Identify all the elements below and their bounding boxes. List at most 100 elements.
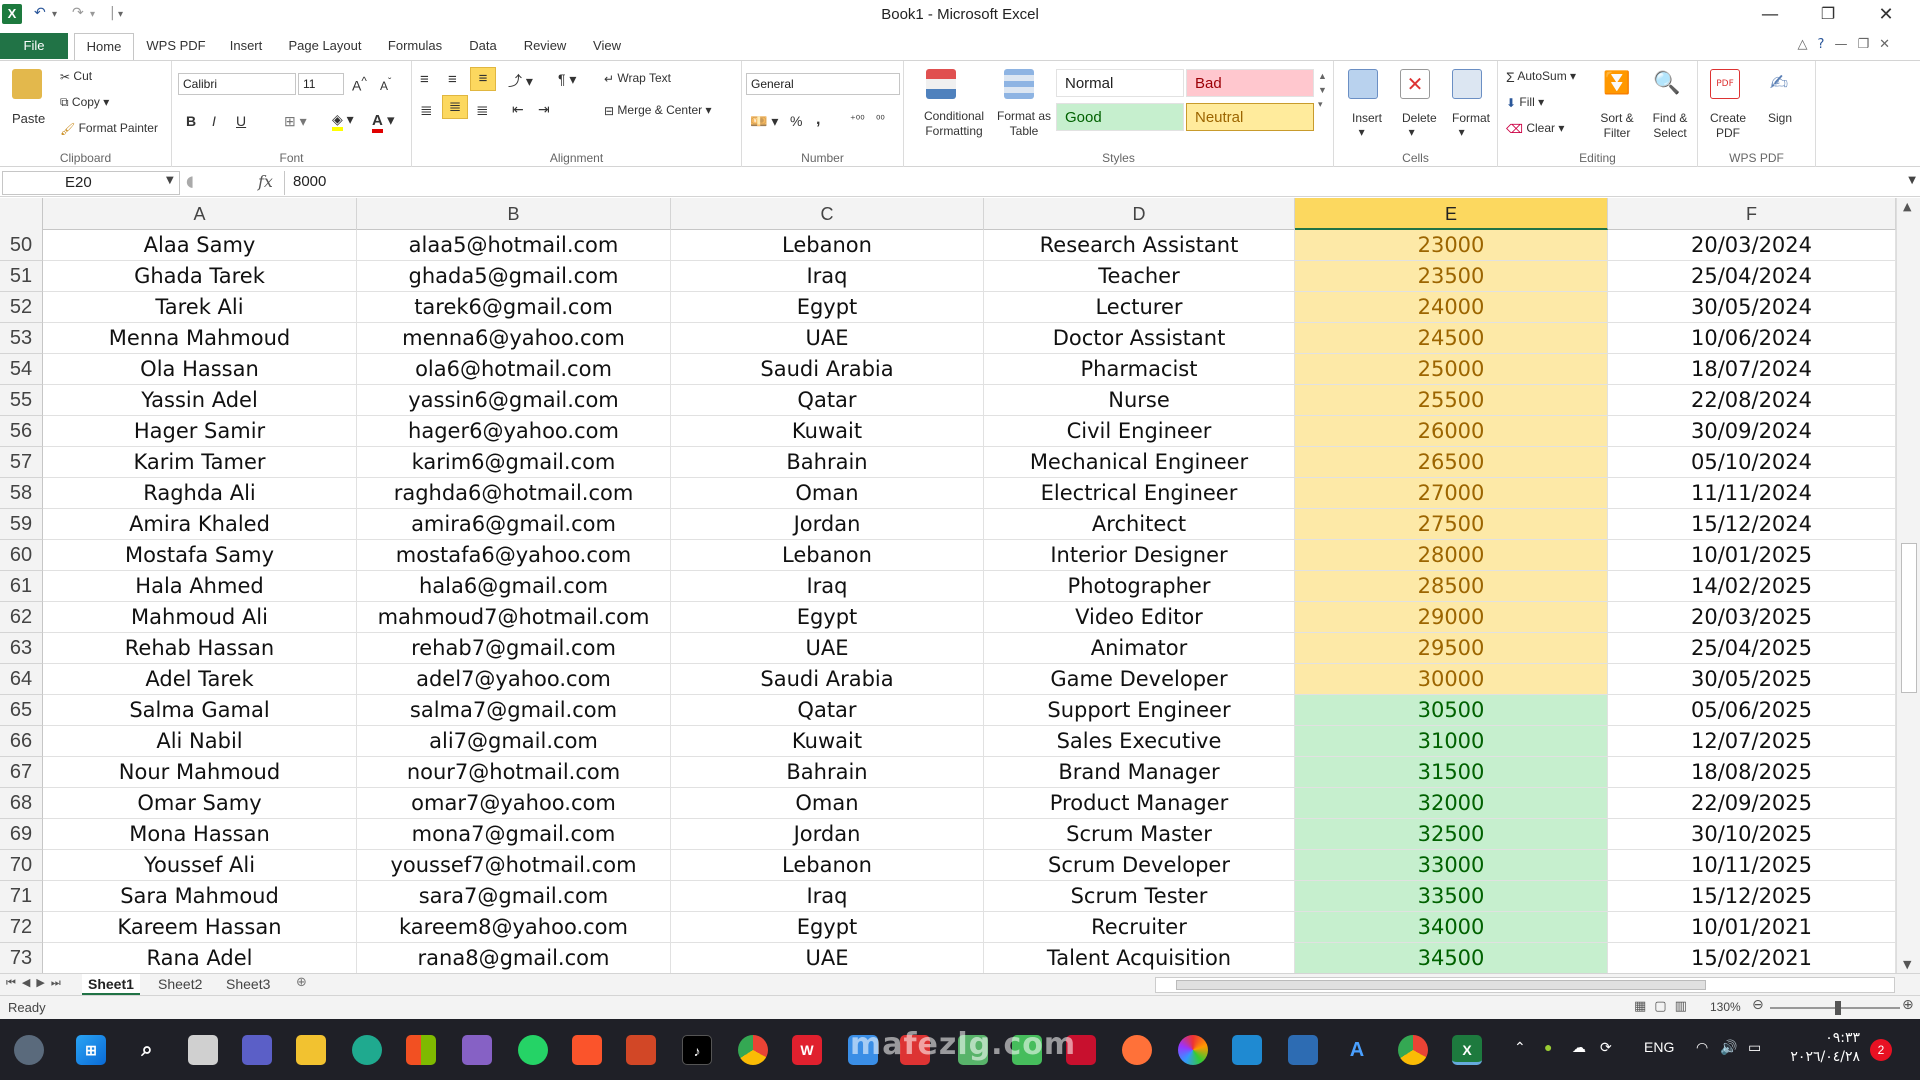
increase-indent-icon[interactable]: ⇥ (538, 101, 550, 118)
row-header[interactable]: 61 (0, 571, 43, 602)
row-header[interactable]: 60 (0, 540, 43, 571)
date-cell[interactable]: 10/11/2025 (1608, 850, 1896, 881)
scroll-down-icon[interactable]: ▼ (1903, 958, 1911, 971)
fill-color-icon[interactable]: ◈ ▾ (332, 111, 354, 131)
salary-cell[interactable]: 31500 (1295, 757, 1608, 788)
delete-cells-icon[interactable]: ✕ (1400, 69, 1430, 99)
function-icon[interactable]: fx (258, 172, 273, 191)
country-cell[interactable]: Egypt (671, 602, 984, 633)
teams-icon[interactable] (242, 1035, 272, 1065)
email-cell[interactable]: nour7@hotmail.com (357, 757, 671, 788)
insert-cells-icon[interactable] (1348, 69, 1378, 99)
align-right-icon[interactable]: ≣ (476, 101, 489, 119)
job-title-cell[interactable]: Doctor Assistant (984, 323, 1295, 354)
email-cell[interactable]: omar7@yahoo.com (357, 788, 671, 819)
name-cell[interactable]: Yassin Adel (43, 385, 357, 416)
email-cell[interactable]: alaa5@hotmail.com (357, 230, 671, 261)
chrome-icon[interactable] (738, 1035, 768, 1065)
view-mode-icons[interactable]: ▦▢▥ (1634, 999, 1695, 1014)
ribbon-window-controls[interactable]: △?—❐✕ (1798, 37, 1900, 52)
salary-cell[interactable]: 34500 (1295, 943, 1608, 973)
format-cells-icon[interactable] (1452, 69, 1482, 99)
country-cell[interactable]: UAE (671, 633, 984, 664)
name-cell[interactable]: Raghda Ali (43, 478, 357, 509)
notification-badge[interactable]: 2 (1870, 1039, 1892, 1061)
sort-filter-button[interactable]: Sort & Filter (1592, 111, 1642, 141)
underline-button[interactable]: U (236, 113, 246, 129)
align-bottom-icon[interactable]: ≡ (470, 67, 496, 91)
row-header[interactable]: 58 (0, 478, 43, 509)
job-title-cell[interactable]: Interior Designer (984, 540, 1295, 571)
salary-cell[interactable]: 33500 (1295, 881, 1608, 912)
color-wheel-icon[interactable] (1178, 1035, 1208, 1065)
grow-font-icon[interactable]: A^ (352, 75, 367, 94)
name-cell[interactable]: Karim Tamer (43, 447, 357, 478)
name-cell[interactable]: Kareem Hassan (43, 912, 357, 943)
format-painter-button[interactable]: 🖌 Format Painter (60, 121, 158, 136)
date-cell[interactable]: 15/12/2024 (1608, 509, 1896, 540)
name-cell[interactable]: Sara Mahmoud (43, 881, 357, 912)
format-as-table-icon[interactable] (1004, 69, 1034, 99)
sheet-tab-sheet2[interactable]: Sheet2 (152, 974, 208, 995)
email-cell[interactable]: ola6@hotmail.com (357, 354, 671, 385)
percent-style-button[interactable]: % (790, 113, 802, 129)
country-cell[interactable]: Kuwait (671, 726, 984, 757)
name-cell[interactable]: Tarek Ali (43, 292, 357, 323)
job-title-cell[interactable]: Teacher (984, 261, 1295, 292)
job-title-cell[interactable]: Civil Engineer (984, 416, 1295, 447)
name-cell[interactable]: Rana Adel (43, 943, 357, 973)
fill-button[interactable]: ⬇ Fill ▾ (1506, 95, 1544, 110)
row-header[interactable]: 59 (0, 509, 43, 540)
insert-sheet-icon[interactable]: ⊕ (296, 975, 307, 990)
format-button[interactable]: Format ▾ (1452, 111, 1490, 139)
job-title-cell[interactable]: Brand Manager (984, 757, 1295, 788)
salary-cell[interactable]: 32500 (1295, 819, 1608, 850)
date-cell[interactable]: 25/04/2024 (1608, 261, 1896, 292)
formula-bar-handle-icon[interactable]: ◖ (186, 172, 194, 190)
salary-cell[interactable]: 30500 (1295, 695, 1608, 726)
tray-app-icon[interactable]: ● (1544, 1039, 1552, 1055)
job-title-cell[interactable]: Scrum Developer (984, 850, 1295, 881)
country-cell[interactable]: Egypt (671, 912, 984, 943)
zoom-out-icon[interactable]: ⊖ (1752, 997, 1764, 1013)
row-header[interactable]: 63 (0, 633, 43, 664)
row-header[interactable]: 55 (0, 385, 43, 416)
sheet-tab-sheet3[interactable]: Sheet3 (220, 974, 276, 995)
date-cell[interactable]: 12/07/2025 (1608, 726, 1896, 757)
network-tool-icon[interactable] (1288, 1035, 1318, 1065)
shrink-font-icon[interactable]: Aˇ (380, 77, 391, 93)
country-cell[interactable]: Iraq (671, 571, 984, 602)
country-cell[interactable]: Jordan (671, 509, 984, 540)
salary-cell[interactable]: 23500 (1295, 261, 1608, 292)
sign-button[interactable]: Sign (1768, 111, 1792, 125)
paste-button[interactable]: Paste (12, 111, 45, 126)
job-title-cell[interactable]: Support Engineer (984, 695, 1295, 726)
row-header[interactable]: 69 (0, 819, 43, 850)
date-cell[interactable]: 30/10/2025 (1608, 819, 1896, 850)
system-clock[interactable]: ٠٩:٣٣ ٢٠٢٦/٠٤/٢٨ (1760, 1029, 1860, 1067)
column-header-a[interactable]: A (43, 198, 357, 230)
job-title-cell[interactable]: Architect (984, 509, 1295, 540)
column-header-b[interactable]: B (357, 198, 671, 230)
start-icon[interactable]: ⊞ (76, 1035, 106, 1065)
job-title-cell[interactable]: Photographer (984, 571, 1295, 602)
email-cell[interactable]: yassin6@gmail.com (357, 385, 671, 416)
create-pdf-icon[interactable]: PDF (1710, 69, 1740, 99)
row-header[interactable]: 53 (0, 323, 43, 354)
salary-cell[interactable]: 29500 (1295, 633, 1608, 664)
name-cell[interactable]: Salma Gamal (43, 695, 357, 726)
help-icon[interactable]: ? (1818, 37, 1835, 52)
zoom-level[interactable]: 130% (1710, 1000, 1741, 1014)
column-header-e[interactable]: E (1295, 198, 1608, 230)
delete-button[interactable]: Delete ▾ (1402, 111, 1437, 139)
row-header[interactable]: 72 (0, 912, 43, 943)
row-header[interactable]: 71 (0, 881, 43, 912)
row-header[interactable]: 64 (0, 664, 43, 695)
email-cell[interactable]: karim6@gmail.com (357, 447, 671, 478)
styles-scroll-icon[interactable]: ▲ ▼ ▾ (1318, 69, 1327, 111)
scroll-up-icon[interactable]: ▲ (1903, 200, 1911, 213)
bold-button[interactable]: B (186, 113, 196, 129)
name-cell[interactable]: Ghada Tarek (43, 261, 357, 292)
country-cell[interactable]: Qatar (671, 385, 984, 416)
align-left-icon[interactable]: ≣ (420, 101, 433, 119)
